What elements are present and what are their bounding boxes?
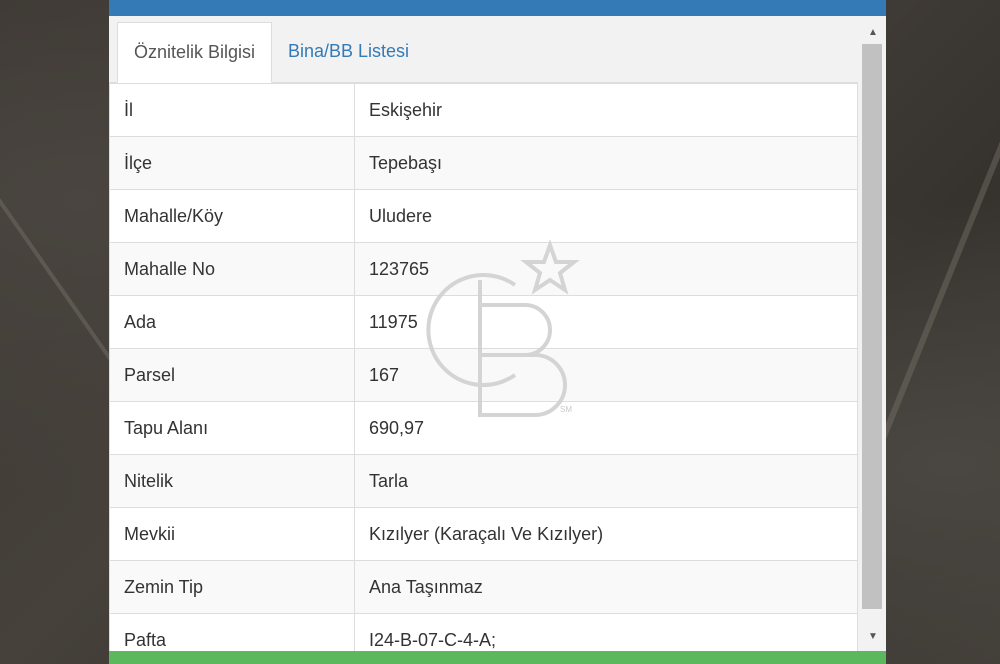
row-value: Ana Taşınmaz — [354, 560, 858, 614]
table-row: Nitelik Tarla — [109, 454, 858, 508]
table-row: Pafta I24-B-07-C-4-A; — [109, 613, 858, 651]
row-key: Tapu Alanı — [109, 401, 355, 455]
row-key: İl — [109, 83, 355, 137]
scroll-up-arrow-icon[interactable]: ▲ — [860, 24, 886, 42]
row-value: Kızılyer (Karaçalı Ve Kızılyer) — [354, 507, 858, 561]
row-key: Parsel — [109, 348, 355, 402]
row-value: 123765 — [354, 242, 858, 296]
attribute-table: İl Eskişehir İlçe Tepebaşı Mahalle/Köy Ulud… — [109, 83, 858, 651]
panel-footer — [109, 651, 886, 664]
panel-header — [109, 0, 886, 16]
row-key: İlçe — [109, 136, 355, 190]
tab-building-list[interactable]: Bina/BB Listesi — [272, 22, 425, 82]
row-key: Nitelik — [109, 454, 355, 508]
table-row: Ada 11975 — [109, 295, 858, 349]
row-value: 690,97 — [354, 401, 858, 455]
scrollbar-thumb[interactable] — [862, 44, 882, 609]
table-row: Mahalle No 123765 — [109, 242, 858, 296]
attribute-table-container: İl Eskişehir İlçe Tepebaşı Mahalle/Köy Ulud… — [109, 83, 858, 651]
row-key: Mahalle No — [109, 242, 355, 296]
table-row: Zemin Tip Ana Taşınmaz — [109, 560, 858, 614]
row-key: Mahalle/Köy — [109, 189, 355, 243]
table-row: Mahalle/Köy Uludere — [109, 189, 858, 243]
row-key: Pafta — [109, 613, 355, 651]
attribute-info-panel: Öznitelik Bilgisi Bina/BB Listesi İl Eski… — [109, 0, 886, 664]
row-value: I24-B-07-C-4-A; — [354, 613, 858, 651]
row-value: Eskişehir — [354, 83, 858, 137]
table-row: İl Eskişehir — [109, 83, 858, 137]
row-key: Zemin Tip — [109, 560, 355, 614]
vertical-scrollbar[interactable]: ▲ ▼ — [860, 16, 886, 651]
row-value: Tarla — [354, 454, 858, 508]
table-row: Parsel 167 — [109, 348, 858, 402]
row-value: 167 — [354, 348, 858, 402]
scroll-down-arrow-icon[interactable]: ▼ — [860, 628, 886, 646]
row-key: Ada — [109, 295, 355, 349]
row-value: Tepebaşı — [354, 136, 858, 190]
row-value: 11975 — [354, 295, 858, 349]
table-row: Mevkii Kızılyer (Karaçalı Ve Kızılyer) — [109, 507, 858, 561]
table-row: İlçe Tepebaşı — [109, 136, 858, 190]
tab-bar: Öznitelik Bilgisi Bina/BB Listesi — [109, 16, 858, 83]
row-value: Uludere — [354, 189, 858, 243]
table-row: Tapu Alanı 690,97 — [109, 401, 858, 455]
row-key: Mevkii — [109, 507, 355, 561]
tab-attribute-info[interactable]: Öznitelik Bilgisi — [117, 22, 273, 83]
